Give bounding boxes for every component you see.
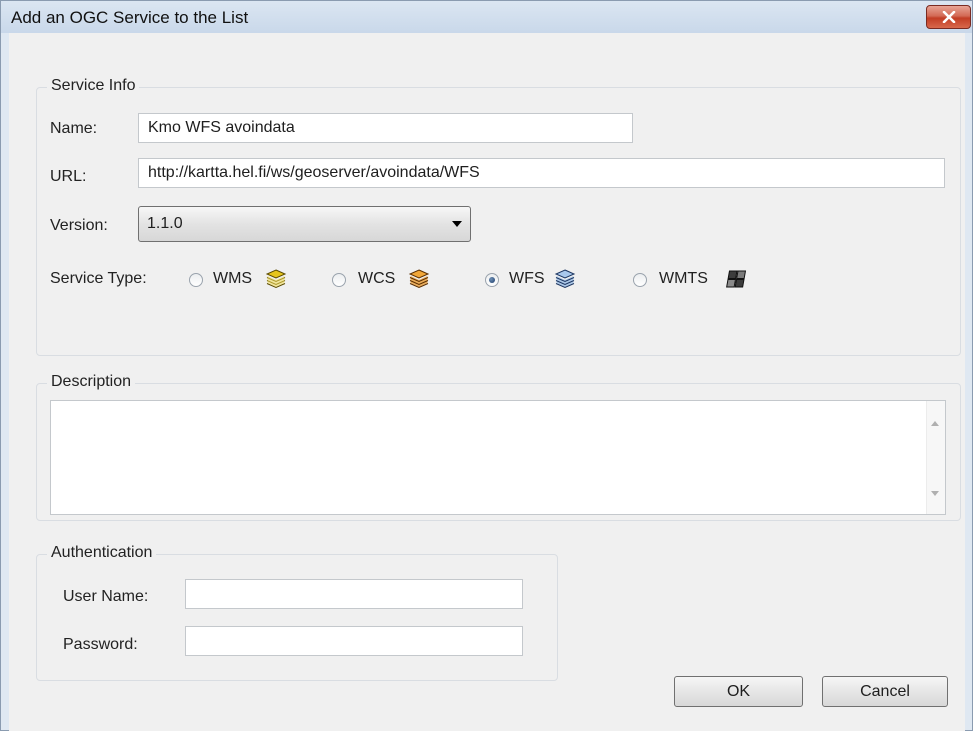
wmts-tiles-icon <box>726 270 747 288</box>
description-textarea[interactable] <box>50 400 946 515</box>
ok-button[interactable]: OK <box>674 676 803 707</box>
radio-wmts[interactable] <box>633 273 647 287</box>
service-info-legend: Service Info <box>47 77 140 95</box>
title-bar[interactable]: Add an OGC Service to the List <box>1 1 972 33</box>
close-button[interactable] <box>926 5 971 29</box>
password-label: Password: <box>63 636 138 653</box>
radio-wfs-label[interactable]: WFS <box>509 270 545 288</box>
scroll-up-icon[interactable] <box>931 421 939 426</box>
close-icon <box>942 11 955 23</box>
version-select[interactable]: 1.1.0 <box>138 206 471 242</box>
version-label: Version: <box>50 217 108 234</box>
description-scrollbar[interactable] <box>926 401 945 514</box>
name-label: Name: <box>50 120 98 137</box>
radio-wms-label[interactable]: WMS <box>213 270 252 288</box>
cancel-button[interactable]: Cancel <box>822 676 948 707</box>
authentication-legend: Authentication <box>47 544 157 562</box>
description-legend: Description <box>47 373 136 391</box>
radio-wcs[interactable] <box>332 273 346 287</box>
scroll-down-icon[interactable] <box>931 491 939 496</box>
name-input[interactable]: Kmo WFS avoindata <box>138 113 633 143</box>
authentication-group: Authentication <box>36 544 558 681</box>
version-value: 1.1.0 <box>147 215 183 232</box>
wms-layers-icon <box>265 269 287 289</box>
wfs-layers-icon <box>554 269 576 289</box>
wcs-layers-icon <box>408 269 430 289</box>
radio-wcs-label[interactable]: WCS <box>358 270 395 288</box>
radio-wms[interactable] <box>189 273 203 287</box>
url-input[interactable]: http://kartta.hel.fi/ws/geoserver/avoind… <box>138 158 945 188</box>
password-input[interactable] <box>185 626 523 656</box>
dialog-client: Service Info Name: Kmo WFS avoindata URL… <box>9 33 965 731</box>
username-input[interactable] <box>185 579 523 609</box>
window-title: Add an OGC Service to the List <box>11 8 249 27</box>
url-label: URL: <box>50 168 87 185</box>
radio-wfs[interactable] <box>485 273 499 287</box>
radio-wmts-label[interactable]: WMTS <box>659 270 708 288</box>
chevron-down-icon <box>452 221 462 227</box>
username-label: User Name: <box>63 588 149 605</box>
service-type-label: Service Type: <box>50 270 147 287</box>
